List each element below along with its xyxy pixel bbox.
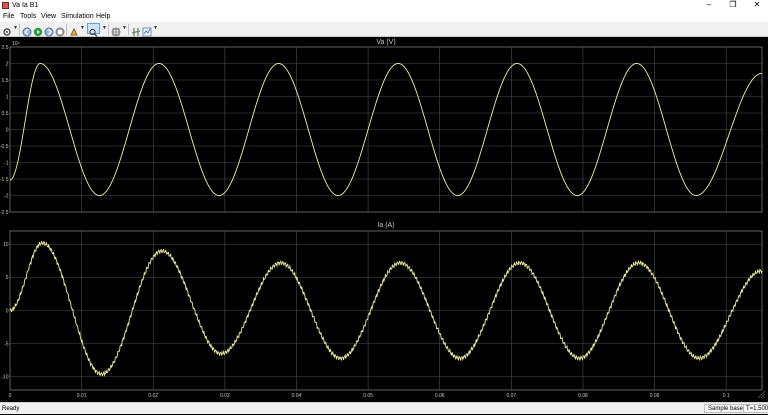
settings-dropdown-icon[interactable]: ▼ [13, 25, 18, 31]
signal-stats-dropdown-icon[interactable]: ▼ [153, 25, 158, 31]
maximize-button[interactable]: ❐ [722, 0, 744, 11]
signal-stats-icon[interactable] [142, 24, 152, 37]
ia-ytick-label: 10 [3, 242, 9, 248]
menu-file[interactable]: File [3, 11, 14, 22]
xtick-label: 0.09 [650, 393, 660, 399]
menu-help[interactable]: Help [96, 11, 110, 22]
minimize-button[interactable]: – [698, 0, 720, 11]
menu-tools[interactable]: Tools [20, 11, 36, 22]
ia-ytick-label: 0 [6, 308, 9, 314]
scope-plots-svg[interactable]: Va (V) 10⁴ -2.5-2-1.5-1-0.500.511.522.5 … [0, 37, 768, 402]
app-icon [2, 2, 9, 9]
ia-axes[interactable]: Ia (A) -10 -5 0 5 10 0 0.01 0.02 0.03 0.04 0.05 0.… [1, 222, 763, 399]
xtick-label: 0.02 [148, 393, 158, 399]
va-ytick-label: -0.5 [0, 144, 9, 150]
xtick-label: 0.03 [220, 393, 230, 399]
run-icon[interactable] [33, 24, 43, 37]
highlight-dropdown-icon[interactable]: ▼ [80, 25, 85, 31]
status-bar: Ready Sample based T=1.500 [0, 402, 768, 414]
title-bar: Va Ia B1 – ❐ ✕ [0, 0, 768, 11]
xtick-label: 0.05 [363, 393, 373, 399]
scope-plot-area[interactable]: Va (V) 10⁴ -2.5 -2 -1.5 -1 -0.5 0 0.5 1 1.5 2 2.5 … [0, 37, 768, 402]
window-title: Va Ia B1 [12, 2, 39, 9]
va-ytick-label: 2.5 [2, 45, 9, 51]
va-ytick-label: 1.5 [2, 78, 9, 84]
xtick-label: 0.1 [723, 393, 730, 399]
va-axes-title: Va (V) [376, 39, 395, 46]
va-axes[interactable]: Va (V) 10⁴ -2.5 -2 -1.5 -1 -0.5 0 0.5 1 1.5 2 2.5 [0, 39, 763, 216]
time-indicator: T=1.500 [743, 404, 768, 413]
back-icon[interactable] [22, 24, 32, 37]
settings-icon[interactable] [2, 24, 12, 36]
va-ytick-label: -2.5 [0, 210, 9, 216]
xtick-label: 0.08 [578, 393, 588, 399]
va-ytick-label: -2 [4, 193, 9, 199]
va-ytick-label: -1.5 [0, 177, 9, 183]
xtick-label: 0.06 [435, 393, 445, 399]
ia-axes-title: Ia (A) [377, 222, 394, 229]
autoscale-icon[interactable] [111, 24, 121, 37]
ia-ytick-label: 5 [6, 275, 9, 281]
zoom-icon[interactable] [87, 23, 100, 37]
menu-view[interactable]: View [41, 11, 56, 22]
ia-ytick-label: -5 [4, 341, 9, 347]
autoscale-dropdown-icon[interactable]: ▼ [122, 25, 127, 31]
va-ytick-label: 0.5 [2, 111, 9, 117]
va-ytick-label: -1 [4, 160, 9, 166]
zoom-dropdown-icon[interactable]: ▼ [102, 25, 107, 31]
highlight-icon[interactable] [69, 24, 79, 36]
va-exponent-label: 10⁴ [12, 41, 20, 47]
menu-simulation[interactable]: Simulation [61, 11, 94, 22]
toolbar-separator [19, 24, 20, 35]
toolbar: ▼ ▼ ▼ ▼ ▼ [0, 22, 768, 37]
step-icon[interactable] [44, 24, 54, 37]
va-ytick-label: 2 [6, 61, 9, 67]
toolbar-separator [128, 24, 129, 35]
ia-ytick-label: -10 [1, 375, 8, 381]
resize-grip-icon[interactable] [757, 390, 766, 399]
xtick-label: 0.07 [506, 393, 516, 399]
toolbar-separator [108, 24, 109, 35]
xtick-label: 0.01 [77, 393, 87, 399]
va-ytick-label: 1 [6, 94, 9, 100]
toolbar-separator [66, 24, 67, 35]
menu-bar: File Tools View Simulation Help [0, 11, 768, 22]
cursor-measure-icon[interactable] [131, 24, 141, 36]
va-ytick-label: 0 [6, 127, 9, 133]
stop-icon[interactable] [55, 24, 65, 37]
close-button[interactable]: ✕ [746, 0, 768, 11]
xtick-label: 0.04 [292, 393, 302, 399]
xtick-label: 0 [9, 393, 12, 399]
status-text: Ready [2, 406, 20, 412]
